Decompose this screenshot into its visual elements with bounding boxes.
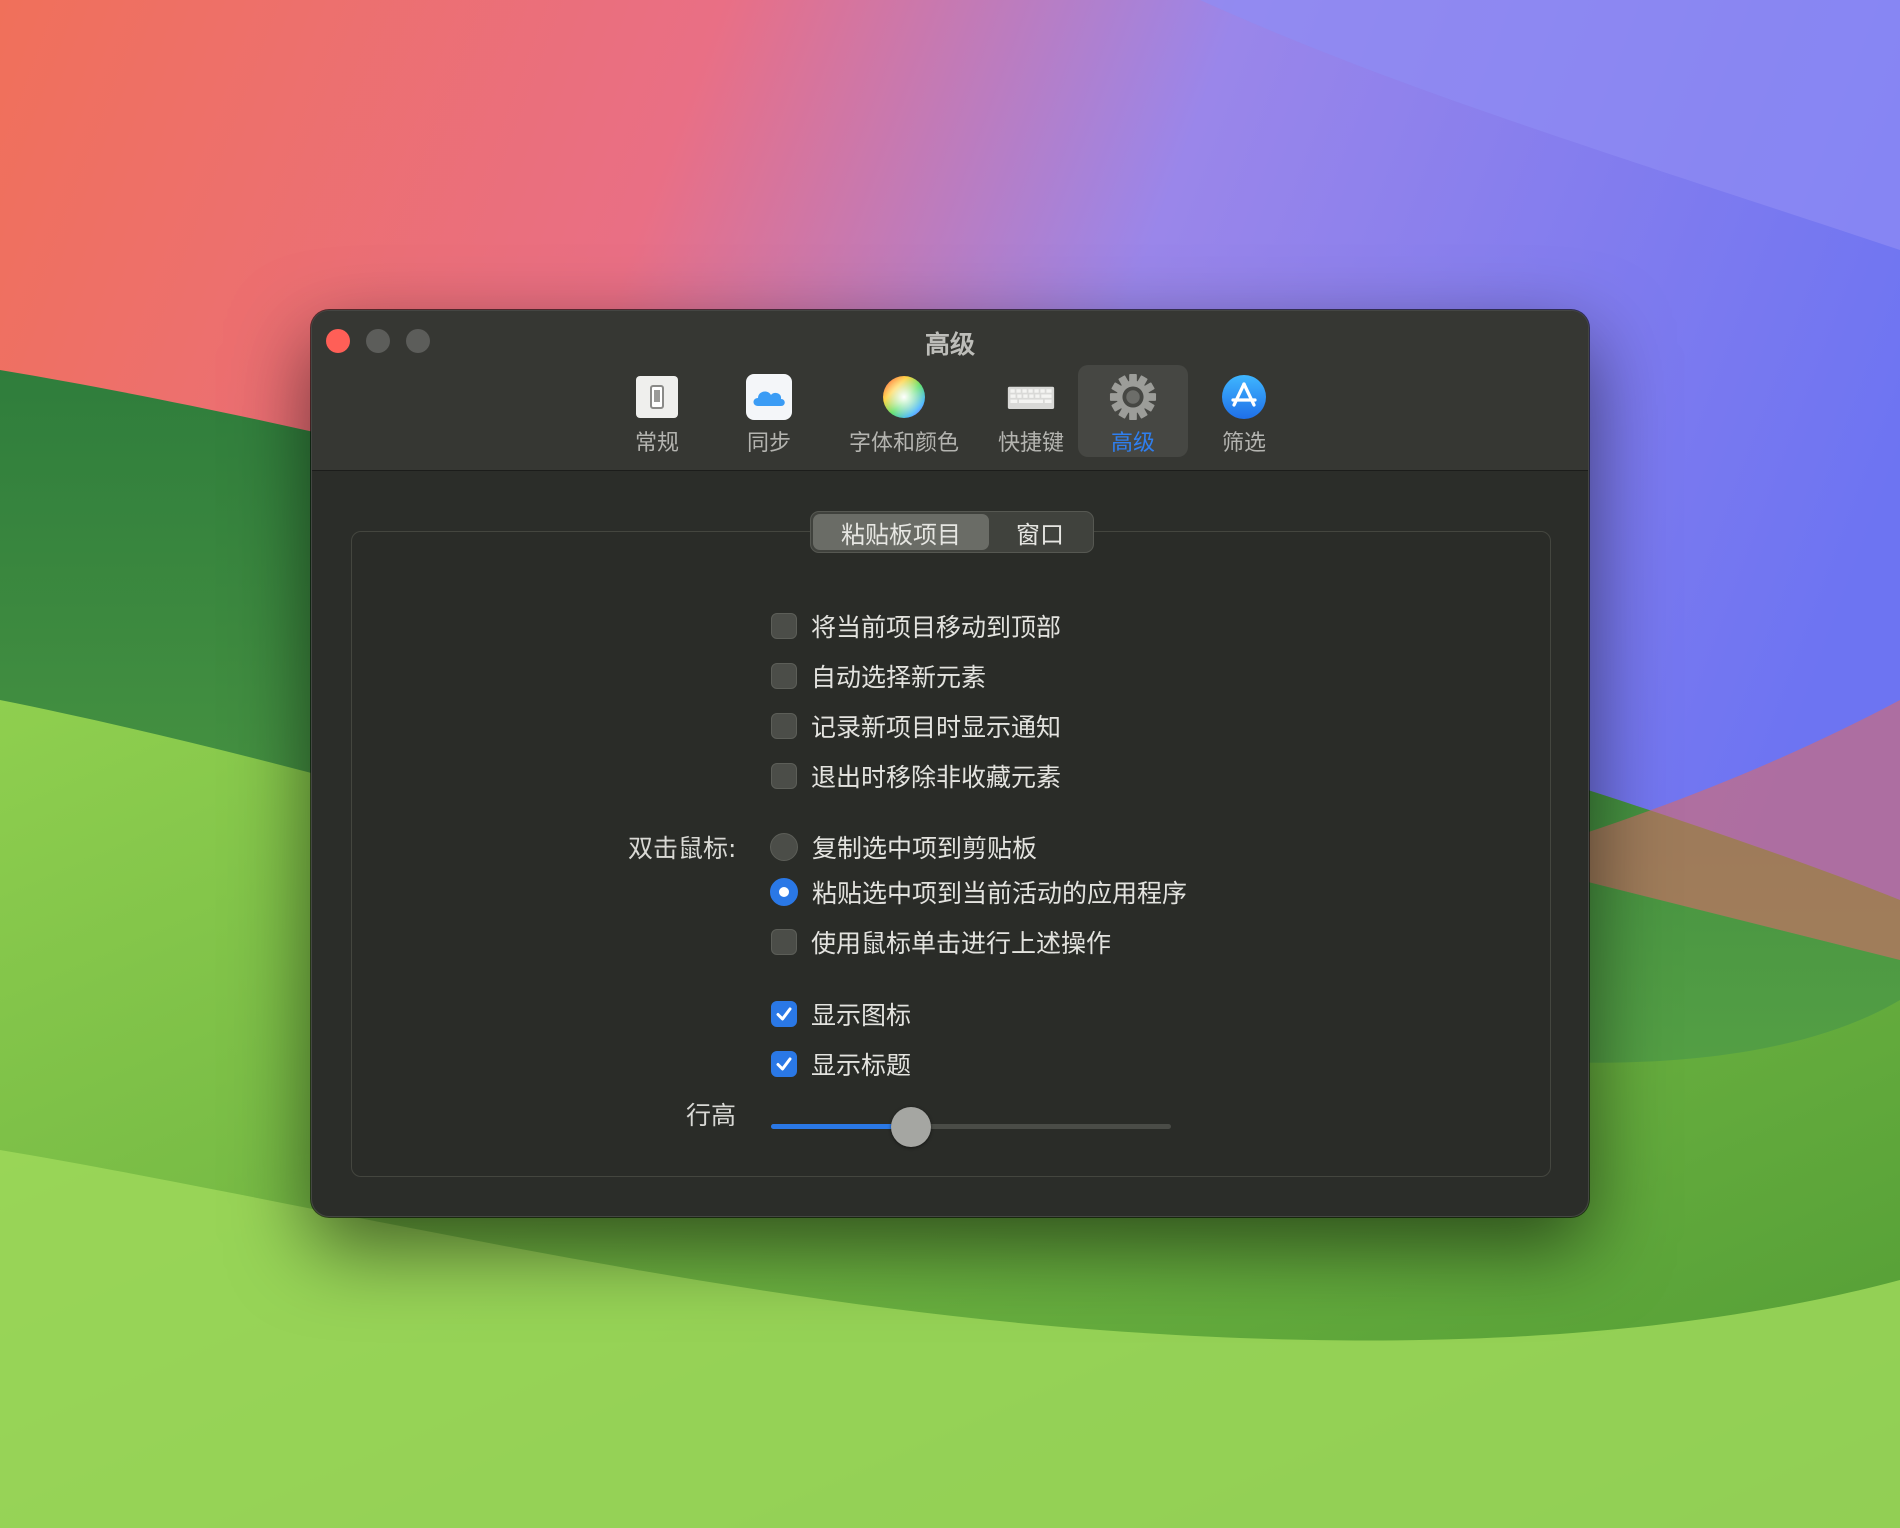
switch-icon bbox=[633, 373, 681, 421]
option-auto-select[interactable]: 自动选择新元素 bbox=[771, 658, 986, 694]
toolbar-item-label: 字体和颜色 bbox=[848, 431, 959, 456]
tab-clipboard-items[interactable]: 粘贴板项目 bbox=[813, 514, 989, 550]
option-move-to-top[interactable]: 将当前项目移动到顶部 bbox=[771, 608, 1061, 644]
checkbox[interactable] bbox=[771, 929, 797, 955]
option-notify-new[interactable]: 记录新项目时显示通知 bbox=[771, 708, 1061, 744]
window-title: 高级 bbox=[924, 330, 975, 359]
color-wheel-icon bbox=[880, 373, 928, 421]
option-remove-on-quit[interactable]: 退出时移除非收藏元素 bbox=[771, 758, 1061, 794]
slider-fill bbox=[771, 1124, 911, 1129]
checkbox[interactable] bbox=[771, 713, 797, 739]
preferences-window: 高级 常规 同步 字体和颜色 快捷键 高级 筛选 粘贴板项目 窗口 将当前项目移… bbox=[311, 310, 1589, 1217]
option-double-click-paste[interactable]: 粘贴选中项到当前活动的应用程序 bbox=[770, 874, 1187, 910]
app-store-icon bbox=[1220, 373, 1268, 421]
option-show-icons[interactable]: 显示图标 bbox=[771, 996, 911, 1032]
option-show-titles[interactable]: 显示标题 bbox=[771, 1046, 911, 1082]
option-label: 自动选择新元素 bbox=[811, 663, 987, 692]
option-label: 使用鼠标单击进行上述操作 bbox=[811, 929, 1112, 958]
keyboard-icon bbox=[1007, 373, 1055, 421]
checkmark-icon bbox=[776, 1007, 792, 1021]
checkbox[interactable] bbox=[771, 613, 797, 639]
row-height-label: 行高 bbox=[686, 1101, 737, 1130]
toolbar-item-advanced[interactable]: 高级 bbox=[1078, 365, 1188, 457]
toolbar-item-shortcuts[interactable]: 快捷键 bbox=[976, 365, 1086, 457]
toolbar-item-filter[interactable]: 筛选 bbox=[1189, 365, 1299, 457]
slider-knob[interactable] bbox=[891, 1107, 931, 1147]
gear-icon bbox=[1109, 373, 1157, 421]
checkmark-icon bbox=[776, 1057, 792, 1071]
checkbox[interactable] bbox=[771, 663, 797, 689]
title-bar: 高级 常规 同步 字体和颜色 快捷键 高级 筛选 bbox=[312, 311, 1588, 471]
toolbar-item-label: 快捷键 bbox=[997, 431, 1064, 456]
toolbar-item-fonts-colors[interactable]: 字体和颜色 bbox=[839, 365, 969, 457]
toolbar-item-label: 高级 bbox=[1110, 431, 1155, 456]
preferences-toolbar: 常规 同步 字体和颜色 快捷键 高级 筛选 bbox=[312, 365, 1588, 465]
toolbar-item-label: 同步 bbox=[746, 431, 791, 456]
option-label: 显示标题 bbox=[811, 1051, 912, 1080]
tab-window[interactable]: 窗口 bbox=[989, 514, 1091, 550]
double-click-label: 双击鼠标: bbox=[628, 834, 737, 863]
row-height-slider[interactable] bbox=[771, 1107, 1171, 1147]
option-label: 记录新项目时显示通知 bbox=[811, 713, 1062, 742]
toolbar-item-sync[interactable]: 同步 bbox=[714, 365, 824, 457]
radio-button[interactable] bbox=[770, 878, 798, 906]
option-label: 将当前项目移动到顶部 bbox=[811, 613, 1062, 642]
checkbox[interactable] bbox=[771, 763, 797, 789]
option-label: 复制选中项到剪贴板 bbox=[812, 834, 1038, 863]
toolbar-item-label: 筛选 bbox=[1221, 431, 1266, 456]
radio-button[interactable] bbox=[770, 833, 798, 861]
toolbar-item-general[interactable]: 常规 bbox=[602, 365, 712, 457]
icloud-icon bbox=[745, 373, 793, 421]
toolbar-item-label: 常规 bbox=[634, 431, 679, 456]
checkbox[interactable] bbox=[771, 1001, 797, 1027]
option-label: 退出时移除非收藏元素 bbox=[811, 763, 1062, 792]
option-label: 显示图标 bbox=[811, 1001, 912, 1030]
option-single-click[interactable]: 使用鼠标单击进行上述操作 bbox=[771, 924, 1111, 960]
option-double-click-copy[interactable]: 复制选中项到剪贴板 bbox=[770, 829, 1037, 865]
checkbox[interactable] bbox=[771, 1051, 797, 1077]
segmented-control: 粘贴板项目 窗口 bbox=[810, 511, 1094, 553]
option-label: 粘贴选中项到当前活动的应用程序 bbox=[812, 879, 1188, 908]
radio-dot bbox=[779, 887, 789, 897]
